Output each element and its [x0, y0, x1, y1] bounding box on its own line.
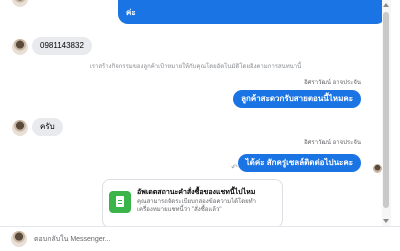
message-text: 0981143832: [40, 41, 84, 50]
reply-icon[interactable]: ↶: [231, 164, 238, 172]
scrollbar[interactable]: [382, 0, 391, 226]
outgoing-message-bubble[interactable]: ค่ะ: [118, 0, 386, 24]
sender-name: อิศราวัฒน์ อาจประจัน: [304, 140, 361, 146]
outgoing-message-bubble[interactable]: ได้ค่ะ สักครู่เซลล์ติดต่อไปนะคะ: [237, 154, 361, 172]
sender-name: อิศราวัฒน์ อาจประจัน: [304, 80, 361, 86]
outgoing-message-bubble[interactable]: ลูกค้าสะดวกรับสายตอนนี้ไหมคะ: [233, 90, 361, 108]
system-notice: เราสร้างกิจกรรมของลูกค้าเป้าหมายให้กับคุ…: [89, 64, 302, 70]
avatar: [11, 231, 27, 247]
avatar: [12, 0, 28, 7]
card-title: อัพเดตสถานะคำสั่งซื้อของแชทนี้ไปไหม: [137, 189, 256, 196]
message-composer: [0, 226, 400, 251]
scroll-thumb[interactable]: [383, 12, 389, 208]
message-text: ลูกค้าสะดวกรับสายตอนนี้ไหมคะ: [241, 94, 353, 103]
reply-input[interactable]: [32, 230, 376, 248]
document-icon: [109, 191, 131, 213]
avatar: [12, 39, 28, 55]
incoming-message-bubble[interactable]: 0981143832: [32, 37, 92, 55]
seen-avatar: [373, 164, 382, 173]
incoming-message-bubble[interactable]: ครับ: [32, 118, 63, 136]
message-text: ได้ค่ะ สักครู่เซลล์ติดต่อไปนะคะ: [245, 158, 353, 167]
message-text: ครับ: [40, 122, 55, 131]
scroll-down-arrow[interactable]: [383, 219, 389, 223]
chat-thread: ค่ะ 0981143832 เราสร้างกิจกรรมของลูกค้าเ…: [0, 0, 391, 226]
order-status-card[interactable]: อัพเดตสถานะคำสั่งซื้อของแชทนี้ไปไหม คุณส…: [102, 179, 283, 226]
card-description: คุณสามารถจัดระเบียบกล่องข้อความได้โดยทำเ…: [137, 199, 256, 213]
scroll-up-arrow[interactable]: [383, 3, 389, 7]
avatar: [12, 120, 28, 136]
message-text: ค่ะ: [126, 8, 136, 17]
